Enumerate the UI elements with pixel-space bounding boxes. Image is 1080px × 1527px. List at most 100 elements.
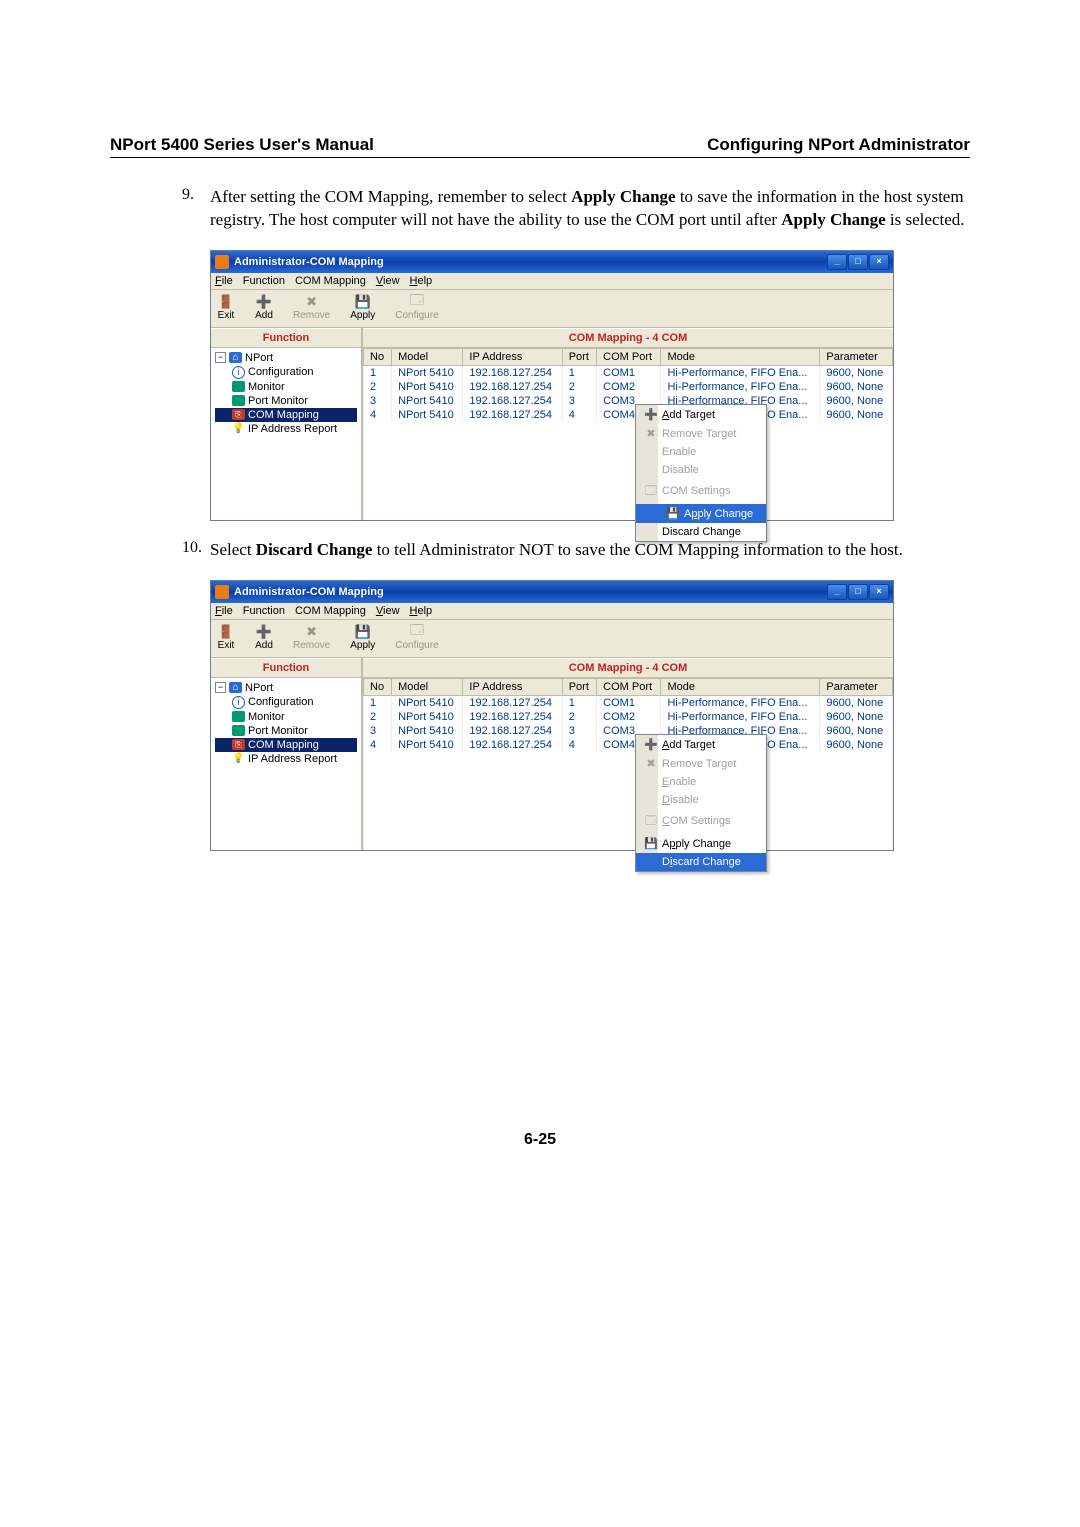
ctx-remove-target: ✖Remove Target (658, 754, 766, 773)
col-mode[interactable]: Mode (661, 348, 820, 365)
context-menu: ➕Add Target ✖Remove Target Enable Disabl… (635, 404, 767, 542)
titlebar: Administrator-COM Mapping _ □ × (211, 251, 893, 273)
exit-icon: 🚪 (217, 294, 235, 310)
toolbar-add[interactable]: ➕Add (255, 624, 273, 651)
toolbar-configure: 🗔Configure (395, 624, 438, 651)
close-button[interactable]: × (869, 584, 889, 600)
ctx-apply-change[interactable]: 💾Apply Change (636, 504, 766, 523)
toolbar-apply[interactable]: 💾Apply (350, 294, 375, 321)
com-mapping-icon: ⎘ (232, 739, 245, 750)
mapping-table: No Model IP Address Port COM Port Mode P… (363, 348, 893, 520)
toolbar-apply[interactable]: 💾Apply (350, 624, 375, 651)
menu-file[interactable]: File (215, 605, 233, 617)
remove-target-icon: ✖ (640, 427, 662, 440)
ctx-disable: Disable (658, 791, 766, 809)
table-row[interactable]: 2NPort 5410192.168.127.2542COM2Hi-Perfor… (364, 380, 893, 394)
menu-com-mapping[interactable]: COM Mapping (295, 605, 366, 617)
menu-function[interactable]: Function (243, 275, 285, 287)
com-settings-icon: 🗔 (640, 482, 662, 501)
window-buttons-2: _ □ × (827, 584, 889, 600)
menu-view[interactable]: View (376, 275, 400, 287)
menu-help[interactable]: Help (410, 605, 433, 617)
table-row[interactable]: 3NPort 5410192.168.127.2543COM3Hi-Perfor… (364, 724, 893, 738)
col-ip[interactable]: IP Address (463, 678, 562, 695)
toolbar-exit[interactable]: 🚪Exit (217, 294, 235, 321)
com-mapping-icon: ⎘ (232, 409, 245, 420)
col-param[interactable]: Parameter (820, 348, 893, 365)
main-header: COM Mapping - 4 COM (363, 328, 893, 348)
toolbar-add[interactable]: ➕Add (255, 294, 273, 321)
col-mode[interactable]: Mode (661, 678, 820, 695)
apply-icon: 💾 (354, 294, 372, 310)
tree-root[interactable]: −⌂NPort (215, 681, 357, 695)
ctx-discard-change[interactable]: Discard Change (658, 523, 766, 541)
mapping-table-2: No Model IP Address Port COM Port Mode P… (363, 678, 893, 850)
add-icon: ➕ (255, 624, 273, 640)
menu-function[interactable]: Function (243, 605, 285, 617)
maximize-button[interactable]: □ (848, 584, 868, 600)
col-comport[interactable]: COM Port (597, 348, 661, 365)
minimize-button[interactable]: _ (827, 254, 847, 270)
close-button[interactable]: × (869, 254, 889, 270)
toolbar: 🚪Exit ➕Add ✖Remove 💾Apply 🗔Configure (211, 290, 893, 328)
nport-icon: ⌂ (229, 352, 242, 363)
menu-view[interactable]: View (376, 605, 400, 617)
tree-ip-report[interactable]: 💡IP Address Report (215, 422, 357, 436)
collapse-icon[interactable]: − (215, 682, 226, 693)
tree-configuration[interactable]: iConfiguration (215, 365, 357, 380)
tree-monitor[interactable]: Monitor (215, 710, 357, 724)
monitor-icon (232, 381, 245, 392)
menu-file[interactable]: File (215, 275, 233, 287)
table-row[interactable]: 1NPort 5410192.168.127.2541COM1Hi-Perfor… (364, 695, 893, 710)
tree-port-monitor[interactable]: Port Monitor (215, 394, 357, 408)
table-row[interactable]: 2NPort 5410192.168.127.2542COM2Hi-Perfor… (364, 710, 893, 724)
col-model[interactable]: Model (392, 678, 463, 695)
step-10-bold-a: Discard Change (256, 540, 373, 559)
col-param[interactable]: Parameter (820, 678, 893, 695)
ctx-add-target[interactable]: ➕Add Target (658, 735, 766, 754)
col-port[interactable]: Port (562, 348, 596, 365)
app-icon (215, 255, 229, 269)
toolbar-configure: 🗔Configure (395, 294, 438, 321)
step-9: 9. After setting the COM Mapping, rememb… (182, 186, 970, 242)
tree-root[interactable]: −⌂NPort (215, 351, 357, 365)
col-no[interactable]: No (364, 678, 392, 695)
table-row[interactable]: 4NPort 5410192.168.127.2544COM4Hi-Perfor… (364, 408, 893, 422)
ctx-apply-change[interactable]: 💾Apply Change (658, 834, 766, 853)
col-model[interactable]: Model (392, 348, 463, 365)
tree-configuration[interactable]: iConfiguration (215, 695, 357, 710)
menu-com-mapping[interactable]: COM Mapping (295, 275, 366, 287)
table-row[interactable]: 1NPort 5410192.168.127.2541COM1Hi-Perfor… (364, 365, 893, 380)
tree-ip-report[interactable]: 💡IP Address Report (215, 752, 357, 766)
col-comport[interactable]: COM Port (597, 678, 661, 695)
collapse-icon[interactable]: − (215, 352, 226, 363)
function-panel-2: Function −⌂NPort iConfiguration Monitor … (211, 658, 363, 850)
ctx-remove-target: ✖Remove Target (658, 424, 766, 443)
step-10-text: Select Discard Change to tell Administra… (210, 539, 970, 562)
minimize-button[interactable]: _ (827, 584, 847, 600)
tree-monitor[interactable]: Monitor (215, 380, 357, 394)
add-target-icon: ➕ (640, 738, 662, 751)
maximize-button[interactable]: □ (848, 254, 868, 270)
titlebar-2: Administrator-COM Mapping _ □ × (211, 581, 893, 603)
tree: −⌂NPort iConfiguration Monitor Port Moni… (211, 348, 361, 439)
tree-com-mapping[interactable]: ⎘COM Mapping (215, 408, 357, 422)
col-port[interactable]: Port (562, 678, 596, 695)
col-no[interactable]: No (364, 348, 392, 365)
step-10-frag-b: to tell Administrator NOT to save the CO… (372, 540, 902, 559)
menu-help[interactable]: Help (410, 275, 433, 287)
info-icon: i (232, 696, 245, 709)
port-monitor-icon (232, 395, 245, 406)
nport-icon: ⌂ (229, 682, 242, 693)
tree-com-mapping[interactable]: ⎘COM Mapping (215, 738, 357, 752)
toolbar-exit[interactable]: 🚪Exit (217, 624, 235, 651)
ctx-add-target[interactable]: ➕Add Target (658, 405, 766, 424)
table-row[interactable]: 3NPort 5410192.168.127.2543COM3Hi-Perfor… (364, 394, 893, 408)
col-ip[interactable]: IP Address (463, 348, 562, 365)
table-row[interactable]: 4NPort 5410192.168.127.2544COM4Hi-Perfor… (364, 738, 893, 752)
ctx-discard-change[interactable]: Discard Change (636, 853, 766, 871)
tree-port-monitor[interactable]: Port Monitor (215, 724, 357, 738)
remove-icon: ✖ (303, 624, 321, 640)
page-header: NPort 5400 Series User's Manual Configur… (110, 135, 970, 158)
exit-icon: 🚪 (217, 624, 235, 640)
